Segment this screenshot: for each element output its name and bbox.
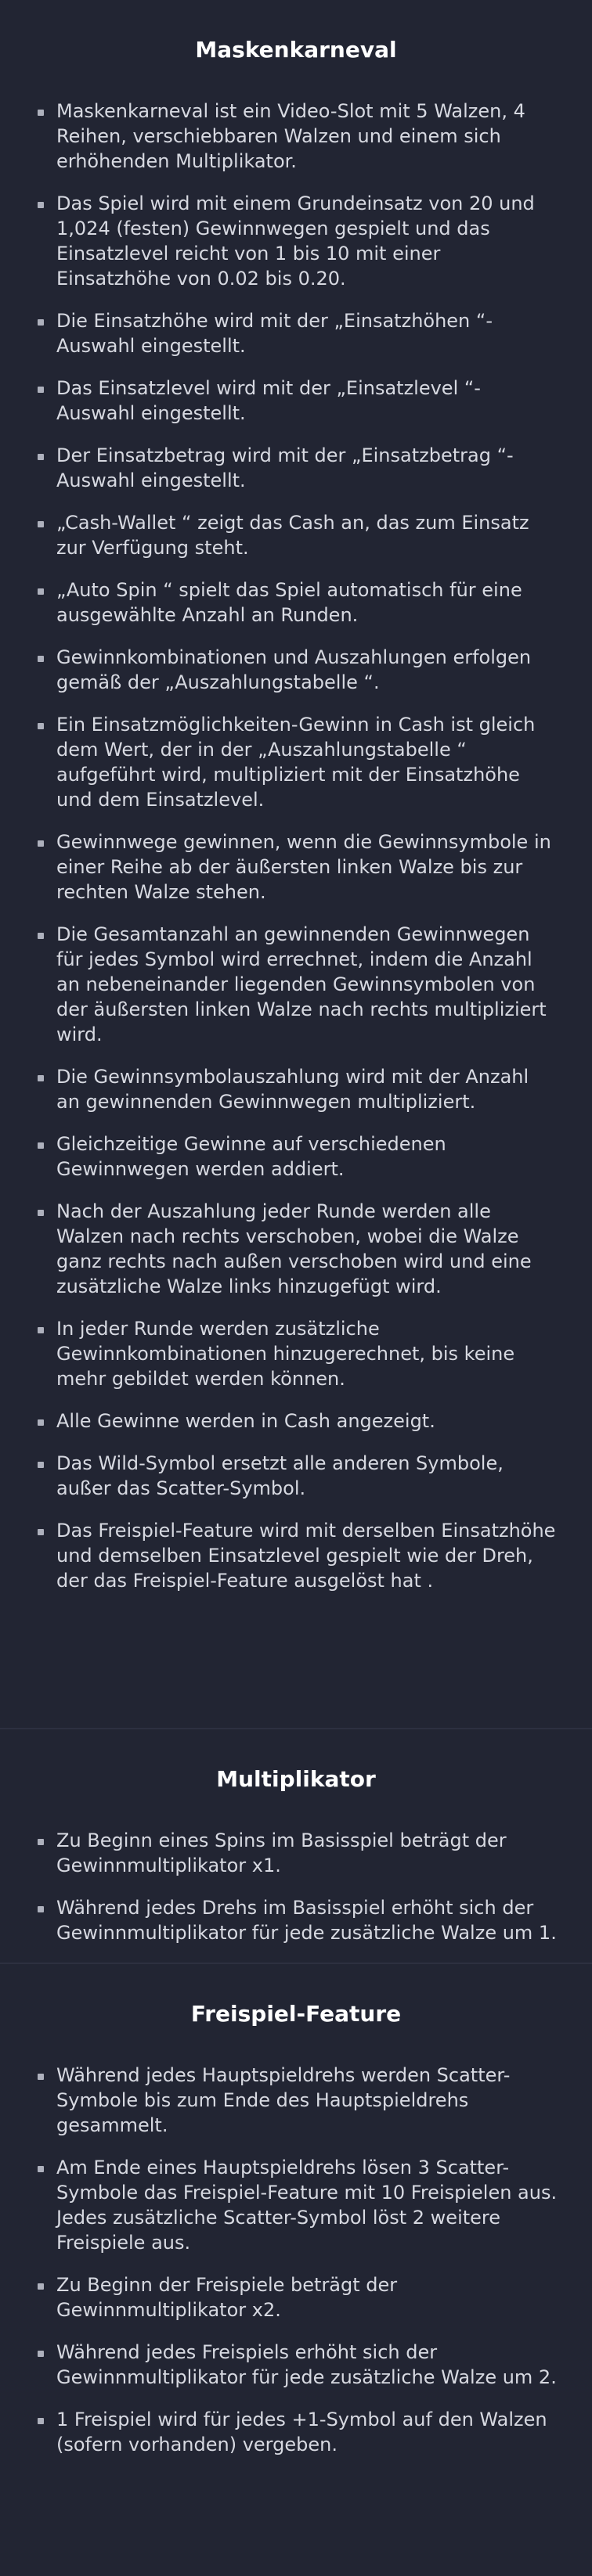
list-item-text: Die Gesamtanzahl an gewinnenden Gewinnwe… <box>56 923 547 1045</box>
rules-list: Zu Beginn eines Spins im Basisspiel betr… <box>34 1828 558 1945</box>
bullet-icon <box>38 723 44 729</box>
list-item: Während jedes Freispiels erhöht sich der… <box>34 2340 558 2390</box>
list-item: Die Gesamtanzahl an gewinnenden Gewinnwe… <box>34 922 558 1047</box>
list-item-text: Das Wild-Symbol ersetzt alle anderen Sym… <box>56 1452 504 1499</box>
list-item: Gewinnwege gewinnen, wenn die Gewinnsymb… <box>34 829 558 905</box>
section-maskenkarneval: Maskenkarneval Maskenkarneval ist ein Vi… <box>0 0 592 1728</box>
list-item: „Auto Spin “ spielt das Spiel automatisc… <box>34 577 558 628</box>
section-title: Freispiel-Feature <box>190 2001 402 2027</box>
list-item: Die Gewinnsymbolauszahlung wird mit der … <box>34 1064 558 1114</box>
list-item-text: „Auto Spin “ spielt das Spiel automatisc… <box>56 579 522 626</box>
list-item: Am Ende eines Hauptspieldrehs lösen 3 Sc… <box>34 2155 558 2255</box>
list-item-text: Das Einsatzlevel wird mit der „Einsatzle… <box>56 377 481 424</box>
bullet-icon <box>38 454 44 460</box>
section-title: Multiplikator <box>216 1766 376 1792</box>
bullet-icon <box>38 1462 44 1468</box>
list-item-text: Nach der Auszahlung jeder Runde werden a… <box>56 1200 532 1297</box>
bullet-icon <box>38 588 44 595</box>
list-item-text: Maskenkarneval ist ein Video-Slot mit 5 … <box>56 100 525 172</box>
bullet-icon <box>38 1906 44 1912</box>
rules-page: Maskenkarneval Maskenkarneval ist ein Vi… <box>0 0 592 2576</box>
bullet-icon <box>38 202 44 208</box>
list-item: Das Einsatzlevel wird mit der „Einsatzle… <box>34 376 558 426</box>
list-item: Ein Einsatzmöglichkeiten-Gewinn in Cash … <box>34 712 558 812</box>
list-item: Zu Beginn der Freispiele beträgt der Gew… <box>34 2272 558 2322</box>
list-item-text: Das Spiel wird mit einem Grundeinsatz vo… <box>56 192 535 290</box>
list-item: Nach der Auszahlung jeder Runde werden a… <box>34 1199 558 1299</box>
list-item-text: Der Einsatzbetrag wird mit der „Einsatzb… <box>56 444 514 491</box>
list-item: Das Spiel wird mit einem Grundeinsatz vo… <box>34 191 558 291</box>
rules-list: Maskenkarneval ist ein Video-Slot mit 5 … <box>34 99 558 1593</box>
list-item-text: Während jedes Drehs im Basisspiel erhöht… <box>56 1897 557 1944</box>
list-item: Das Wild-Symbol ersetzt alle anderen Sym… <box>34 1451 558 1501</box>
list-item: Die Einsatzhöhe wird mit der „Einsatzhöh… <box>34 308 558 358</box>
bullet-icon <box>38 1210 44 1216</box>
section-title: Maskenkarneval <box>195 37 397 63</box>
list-item-text: Alle Gewinne werden in Cash angezeigt. <box>56 1410 435 1432</box>
list-item: 1 Freispiel wird für jedes +1-Symbol auf… <box>34 2407 558 2457</box>
list-item: Maskenkarneval ist ein Video-Slot mit 5 … <box>34 99 558 174</box>
list-item-text: Ein Einsatzmöglichkeiten-Gewinn in Cash … <box>56 714 536 811</box>
bullet-icon <box>38 2074 44 2080</box>
bullet-icon <box>38 521 44 527</box>
bullet-icon <box>38 2283 44 2290</box>
list-item: Das Freispiel-Feature wird mit derselben… <box>34 1518 558 1593</box>
list-item-text: Gleichzeitige Gewinne auf verschiedenen … <box>56 1133 446 1180</box>
list-item-text: Die Gewinnsymbolauszahlung wird mit der … <box>56 1066 529 1113</box>
list-item-text: Die Einsatzhöhe wird mit der „Einsatzhöh… <box>56 310 493 357</box>
list-item-text: Gewinnkombinationen und Auszahlungen erf… <box>56 646 532 693</box>
list-item-text: „Cash-Wallet “ zeigt das Cash an, das zu… <box>56 512 529 559</box>
list-item-text: Am Ende eines Hauptspieldrehs lösen 3 Sc… <box>56 2157 558 2254</box>
rules-list: Während jedes Hauptspieldrehs werden Sca… <box>34 2063 558 2457</box>
bullet-icon <box>38 1075 44 1081</box>
list-item-text: In jeder Runde werden zusätzliche Gewinn… <box>56 1318 515 1390</box>
list-item-text: Gewinnwege gewinnen, wenn die Gewinnsymb… <box>56 831 551 903</box>
bullet-icon <box>38 933 44 939</box>
bullet-icon <box>38 840 44 847</box>
bullet-icon <box>38 319 44 326</box>
list-item-text: Während jedes Hauptspieldrehs werden Sca… <box>56 2064 511 2136</box>
list-item-text: Das Freispiel-Feature wird mit derselben… <box>56 1520 556 1592</box>
list-item-text: Zu Beginn der Freispiele beträgt der Gew… <box>56 2274 398 2321</box>
bullet-icon <box>38 2351 44 2357</box>
list-item: „Cash-Wallet “ zeigt das Cash an, das zu… <box>34 510 558 560</box>
bullet-icon <box>38 1839 44 1845</box>
list-item: Gleichzeitige Gewinne auf verschiedenen … <box>34 1131 558 1182</box>
bullet-icon <box>38 387 44 393</box>
list-item: Zu Beginn eines Spins im Basisspiel betr… <box>34 1828 558 1878</box>
list-item-text: 1 Freispiel wird für jedes +1-Symbol auf… <box>56 2409 547 2455</box>
list-item: Während jedes Hauptspieldrehs werden Sca… <box>34 2063 558 2138</box>
list-item: Während jedes Drehs im Basisspiel erhöht… <box>34 1895 558 1945</box>
list-item: Der Einsatzbetrag wird mit der „Einsatzb… <box>34 443 558 493</box>
list-item-text: Während jedes Freispiels erhöht sich der… <box>56 2341 557 2388</box>
list-item: Gewinnkombinationen und Auszahlungen erf… <box>34 645 558 695</box>
bullet-icon <box>38 2418 44 2424</box>
bullet-icon <box>38 1327 44 1333</box>
section-freispiel-feature: Freispiel-Feature Während jedes Hauptspi… <box>0 1964 592 2457</box>
bullet-icon <box>38 1419 44 1426</box>
list-item: Alle Gewinne werden in Cash angezeigt. <box>34 1409 558 1434</box>
section-multiplikator: Multiplikator Zu Beginn eines Spins im B… <box>0 1729 592 1963</box>
list-item-text: Zu Beginn eines Spins im Basisspiel betr… <box>56 1829 507 1876</box>
bullet-icon <box>38 1142 44 1149</box>
bullet-icon <box>38 110 44 116</box>
bullet-icon <box>38 2166 44 2172</box>
bullet-icon <box>38 1529 44 1535</box>
bullet-icon <box>38 656 44 662</box>
list-item: In jeder Runde werden zusätzliche Gewinn… <box>34 1316 558 1391</box>
